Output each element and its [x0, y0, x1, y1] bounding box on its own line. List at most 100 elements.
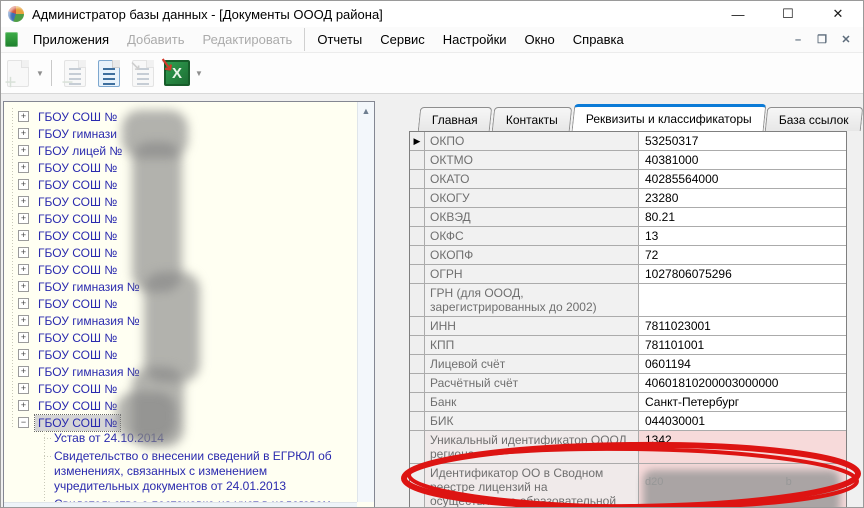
field-value[interactable]: 80.21: [639, 208, 846, 226]
workspace: +ГБОУ СОШ №+ГБОУ гимнази+ГБОУ лицей №+ГБ…: [1, 94, 863, 507]
tab-2[interactable]: Контакты: [491, 107, 571, 131]
tab-4[interactable]: База ссылок: [765, 107, 863, 131]
expand-icon[interactable]: +: [18, 400, 29, 411]
current-row-indicator[interactable]: ▶: [410, 132, 425, 150]
menu-item-справка[interactable]: Справка: [564, 28, 633, 51]
expand-icon[interactable]: +: [18, 332, 29, 343]
field-value[interactable]: 72: [639, 246, 846, 264]
field-label: ОКОГУ: [425, 189, 639, 207]
excel-export-icon: Х↘: [164, 60, 190, 86]
tree-item-label: ГБОУ СОШ №: [35, 160, 120, 176]
menu-item-приложения[interactable]: Приложения: [24, 28, 118, 51]
tab-1[interactable]: Главная: [418, 107, 492, 131]
expand-icon[interactable]: +: [18, 247, 29, 258]
field-value[interactable]: 781101001: [639, 336, 846, 354]
close-button[interactable]: ✕: [813, 1, 863, 27]
row-indicator[interactable]: [410, 265, 425, 283]
field-value[interactable]: 23280: [639, 189, 846, 207]
titlebar: Администратор базы данных - [Документы О…: [1, 1, 863, 27]
field-value[interactable]: 7811023001: [639, 317, 846, 335]
mdi-document-icon: [5, 32, 18, 47]
tab-3[interactable]: Реквизиты и классификаторы: [571, 104, 766, 131]
row-indicator[interactable]: [410, 151, 425, 169]
tree-item-label: ГБОУ СОШ №: [35, 415, 120, 431]
expand-icon[interactable]: +: [18, 230, 29, 241]
row-indicator[interactable]: [410, 246, 425, 264]
row-indicator[interactable]: [410, 227, 425, 245]
collapse-icon[interactable]: −: [18, 417, 29, 428]
field-value[interactable]: 40381000: [639, 151, 846, 169]
grid-row: Уникальный идентификатор ОООД региона134…: [410, 431, 846, 464]
export-excel-button[interactable]: Х↘: [160, 56, 194, 90]
tree-document-item[interactable]: Устав от 24.10.2014: [54, 431, 354, 446]
scroll-up-icon[interactable]: ▲: [358, 102, 374, 119]
mdi-close-button[interactable]: ✕: [837, 32, 855, 48]
tree-item-label: ГБОУ лицей №: [35, 143, 125, 159]
row-indicator[interactable]: [410, 170, 425, 188]
expand-icon[interactable]: +: [18, 196, 29, 207]
expand-icon[interactable]: +: [18, 298, 29, 309]
tree-document-item[interactable]: Свидетельство о внесении сведений в ЕГРЮ…: [54, 449, 354, 494]
expand-icon[interactable]: +: [18, 383, 29, 394]
field-value[interactable]: [639, 284, 846, 316]
field-value[interactable]: 044030001: [639, 412, 846, 430]
menu-item-сервис[interactable]: Сервис: [371, 28, 434, 51]
field-label: КПП: [425, 336, 639, 354]
row-indicator[interactable]: [410, 431, 425, 463]
menubar: ПриложенияДобавитьРедактироватьОтчетыСер…: [1, 27, 863, 53]
field-value[interactable]: 0601194: [639, 355, 846, 373]
row-indicator[interactable]: [410, 208, 425, 226]
grid-row: Идентификатор ОО в Сводном реестре лицен…: [410, 464, 846, 508]
grid-row: ОКТМО40381000: [410, 151, 846, 170]
field-value[interactable]: 40601810200003000000: [639, 374, 846, 392]
row-indicator[interactable]: [410, 355, 425, 373]
menu-item-окно[interactable]: Окно: [516, 28, 564, 51]
dropdown-caret-icon[interactable]: ▼: [35, 56, 45, 90]
row-indicator[interactable]: [410, 189, 425, 207]
row-indicator[interactable]: [410, 464, 425, 508]
field-value[interactable]: Санкт-Петербург: [639, 393, 846, 411]
preview-document-button: ↘: [126, 56, 160, 90]
grid-row: ОКОГУ23280: [410, 189, 846, 208]
expand-icon[interactable]: +: [18, 213, 29, 224]
mdi-minimize-button[interactable]: –: [789, 32, 807, 48]
tree-horizontal-scrollbar[interactable]: [4, 502, 357, 508]
grid-row: ОКАТО40285564000: [410, 170, 846, 189]
row-indicator[interactable]: [410, 317, 425, 335]
expand-icon[interactable]: +: [18, 366, 29, 377]
mdi-restore-button[interactable]: ❐: [813, 32, 831, 48]
expand-icon[interactable]: +: [18, 145, 29, 156]
expand-icon[interactable]: +: [18, 128, 29, 139]
expand-icon[interactable]: +: [18, 264, 29, 275]
maximize-button[interactable]: ☐: [763, 1, 813, 27]
menu-item-отчеты[interactable]: Отчеты: [304, 28, 371, 51]
expand-icon[interactable]: +: [18, 162, 29, 173]
field-value[interactable]: 1027806075296: [639, 265, 846, 283]
tree-item-label: ГБОУ СОШ №: [35, 211, 120, 227]
property-grid: ▶ОКПО53250317ОКТМО40381000ОКАТО402855640…: [409, 131, 847, 508]
field-value[interactable]: 1342: [639, 431, 846, 463]
row-indicator[interactable]: [410, 393, 425, 411]
field-value[interactable]: 13: [639, 227, 846, 245]
redaction-smudge: [643, 470, 840, 508]
field-value[interactable]: d20 b: [639, 464, 846, 508]
field-label: Расчётный счёт: [425, 374, 639, 392]
grid-row: БанкСанкт-Петербург: [410, 393, 846, 412]
minimize-button[interactable]: —: [713, 1, 763, 27]
expand-icon[interactable]: +: [18, 315, 29, 326]
menu-item-настройки[interactable]: Настройки: [434, 28, 516, 51]
tree-vertical-scrollbar[interactable]: ▲: [357, 102, 374, 502]
row-indicator[interactable]: [410, 284, 425, 316]
row-indicator[interactable]: [410, 374, 425, 392]
row-indicator[interactable]: [410, 336, 425, 354]
field-value[interactable]: 40285564000: [639, 170, 846, 188]
expand-icon[interactable]: +: [18, 179, 29, 190]
row-indicator[interactable]: [410, 412, 425, 430]
dropdown-caret-icon[interactable]: ▼: [194, 56, 204, 90]
grid-row: КПП781101001: [410, 336, 846, 355]
expand-icon[interactable]: +: [18, 111, 29, 122]
field-value[interactable]: 53250317: [639, 132, 846, 150]
view-report-button[interactable]: [92, 56, 126, 90]
expand-icon[interactable]: +: [18, 349, 29, 360]
expand-icon[interactable]: +: [18, 281, 29, 292]
